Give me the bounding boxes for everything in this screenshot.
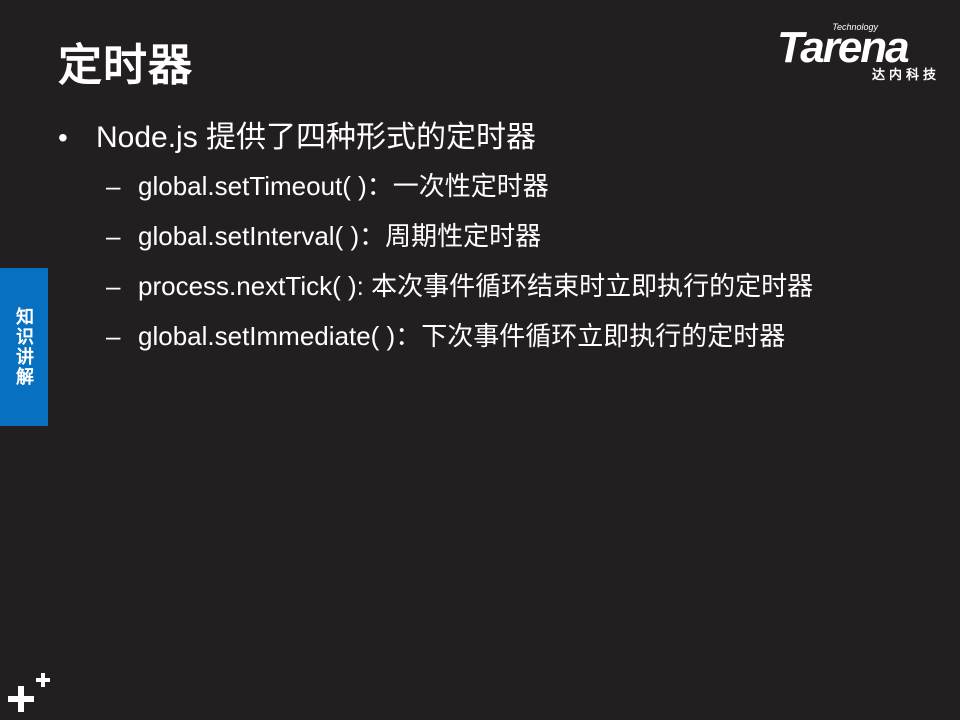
bullet-text: global.setImmediate( )：下次事件循环立即执行的定时器: [138, 321, 786, 351]
bullet-marker: –: [106, 221, 121, 251]
bullet-marker: •: [58, 122, 68, 153]
slide-title: 定时器: [58, 41, 193, 90]
bullet-item-level2: – global.setTimeout( )：一次性定时器: [58, 164, 878, 208]
bullet-item-level2: – global.setImmediate( )：下次事件循环立即执行的定时器: [58, 314, 878, 358]
logo-chinese: 达内科技: [871, 67, 940, 82]
bullet-list: • Node.js 提供了四种形式的定时器 – global.setTimeou…: [58, 116, 898, 364]
bullet-text: global.setTimeout( )：一次性定时器: [138, 171, 549, 201]
bullet-marker: –: [106, 171, 121, 201]
bullet-marker: –: [106, 321, 121, 351]
bullet-text: process.nextTick( ): 本次事件循环结束时立即执行的定时器: [138, 271, 814, 301]
tarena-logo: Technology Tarena 达内科技: [777, 22, 942, 84]
bullet-marker: –: [106, 271, 121, 301]
bullet-text: Node.js 提供了四种形式的定时器: [96, 121, 537, 154]
side-tab: 知识讲解: [0, 268, 48, 426]
bullet-item-level1: • Node.js 提供了四种形式的定时器: [58, 116, 898, 160]
side-tab-label: 知识讲解: [14, 307, 34, 387]
plus-plus-icon: [8, 673, 50, 712]
bullet-text: global.setInterval( )：周期性定时器: [138, 221, 542, 251]
bullet-item-level2: – global.setInterval( )：周期性定时器: [58, 214, 878, 258]
bullet-item-level2: – process.nextTick( ): 本次事件循环结束时立即执行的定时器: [58, 264, 878, 308]
slide: 定时器 Technology Tarena 达内科技 • Node.js 提供了…: [0, 0, 960, 720]
